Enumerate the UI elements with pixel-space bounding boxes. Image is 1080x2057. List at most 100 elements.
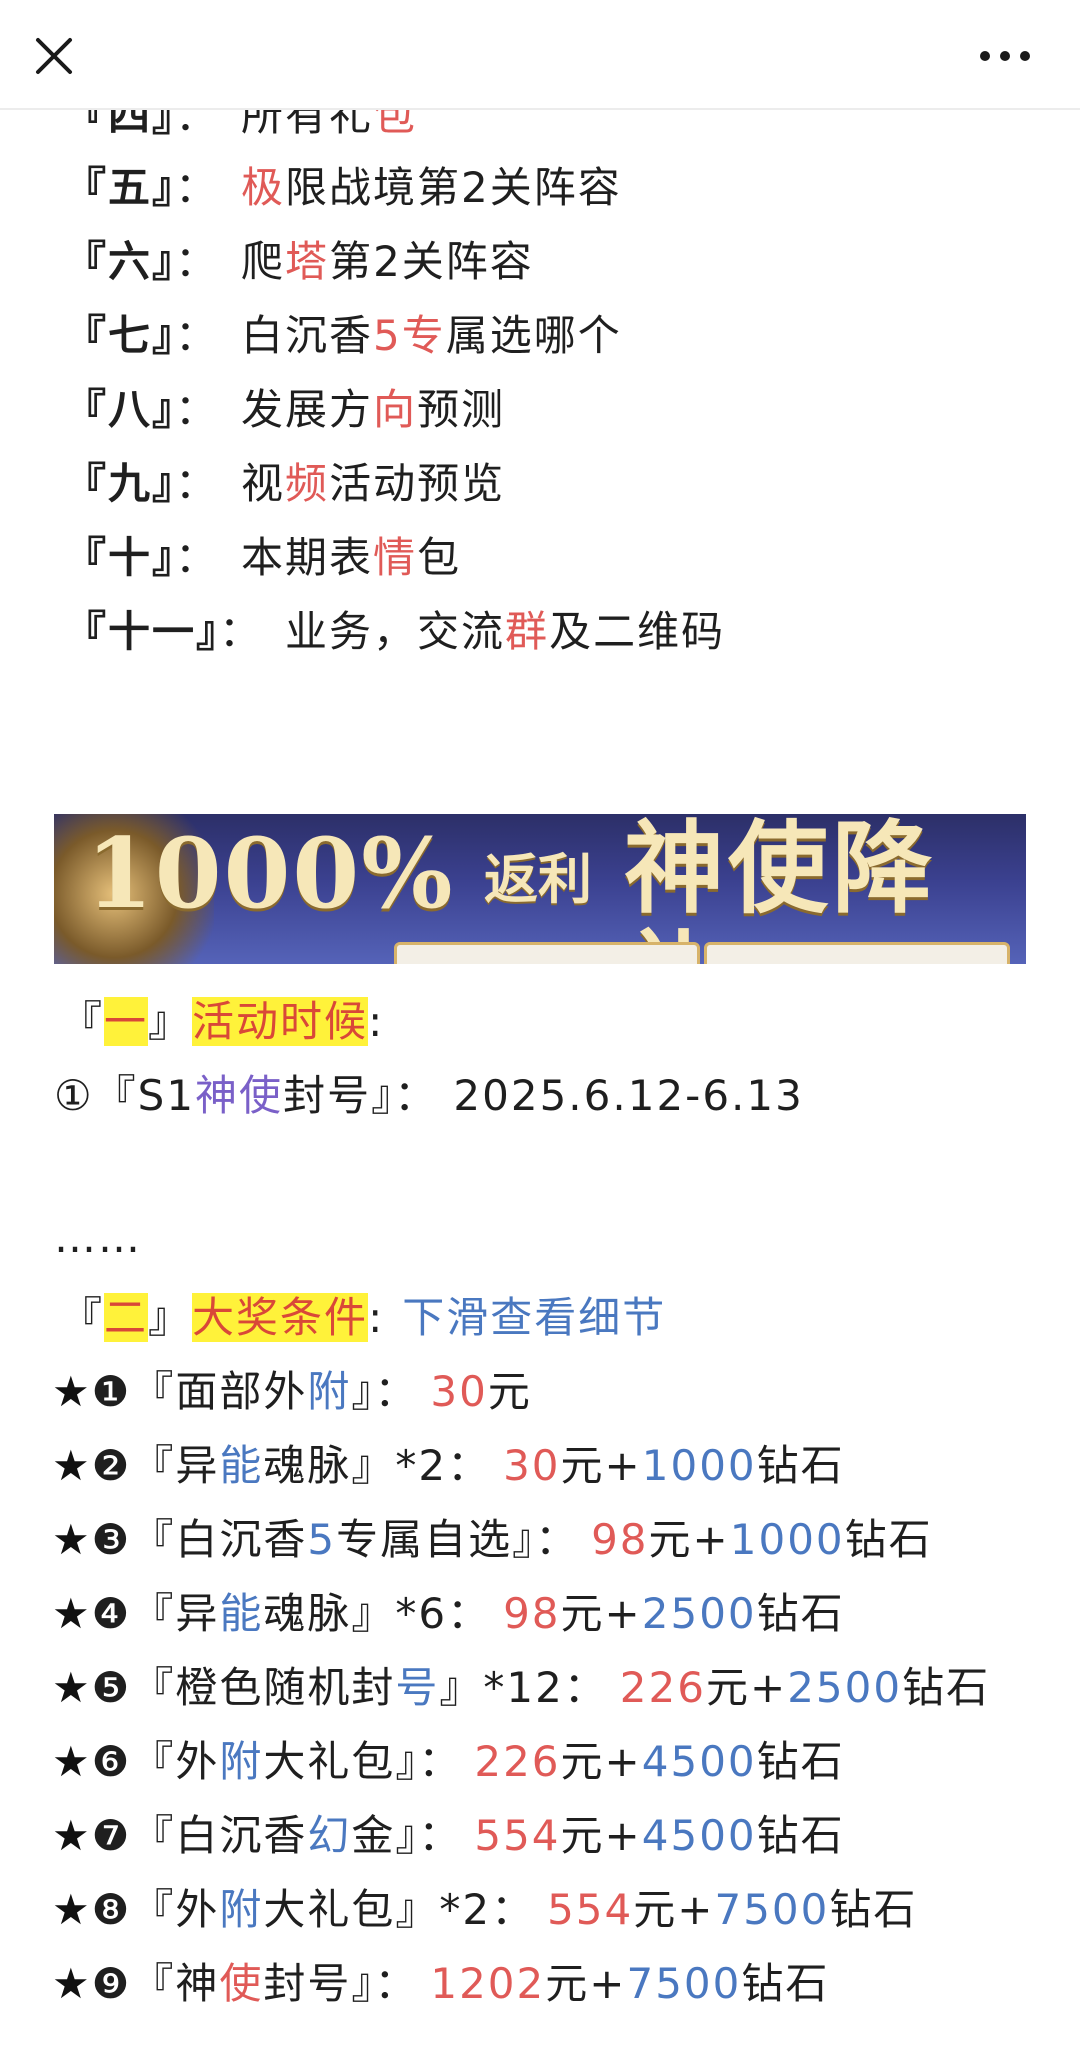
prize-name: 』：: [351, 1367, 419, 1416]
star-icon: ★: [52, 1959, 92, 2008]
prize-name: 金』：: [351, 1811, 463, 1860]
prize-name: 『橙色随机封: [131, 1663, 396, 1712]
toc-text: 预测: [417, 385, 506, 434]
plus-sign: +: [604, 1441, 642, 1490]
currency: 元: [648, 1515, 693, 1564]
prize-name: 『面部外: [131, 1367, 308, 1416]
prize-name: 『异: [131, 1589, 220, 1638]
prize-item: ★❷『异能魂脉』*2： 30元+1000钻石: [52, 1436, 845, 1496]
prize-keyword: 附: [219, 1737, 264, 1786]
toc-highlight: 5专: [373, 311, 446, 360]
event-keyword: 神使: [195, 1071, 284, 1120]
toc-number: 『十一』: [64, 607, 220, 656]
prize-keyword: 5: [307, 1515, 337, 1564]
diamond-amount: 2500: [787, 1663, 903, 1712]
diamond-amount: 4500: [641, 1811, 757, 1860]
article-content[interactable]: 『四』： 所有礼包 『五』： 极限战境第2关阵容 『六』： 爬塔第2关阵容 『七』：白…: [0, 108, 1080, 2028]
diamond-amount: 2500: [641, 1589, 757, 1638]
star-icon: ★: [52, 1663, 92, 1712]
promo-banner: 1000% 返利 神使降礼: [54, 814, 1026, 964]
toc-highlight: 情: [373, 533, 418, 582]
prize-keyword: 幻: [307, 1811, 352, 1860]
currency: 元: [487, 1367, 532, 1416]
section-number: 二: [104, 1293, 149, 1342]
prize-name: 『神: [131, 1959, 220, 2008]
prize-item: ★❶『面部外附』： 30元: [52, 1362, 532, 1422]
prize-name: 专属自选』：: [336, 1515, 580, 1564]
prize-price: 226: [474, 1737, 561, 1786]
plus-sign: +: [692, 1515, 730, 1564]
toc-colon: ：: [219, 607, 264, 656]
toc-text: 发展方: [241, 385, 374, 434]
plus-sign: +: [604, 1811, 642, 1860]
scroll-hint: 下滑查看细节: [402, 1293, 667, 1342]
plus-sign: +: [604, 1589, 642, 1638]
plus-sign: +: [677, 1885, 715, 1934]
diamond-amount: 1000: [641, 1441, 757, 1490]
prize-number: ❾: [91, 1959, 132, 2008]
prize-name: 大礼包』*2：: [263, 1885, 536, 1934]
prize-name: 『外: [131, 1885, 220, 1934]
banner-subtitle: 返利: [484, 848, 592, 911]
toc-colon: ：: [175, 108, 220, 140]
prize-item: ★❼『白沉香幻金』： 554元+4500钻石: [52, 1806, 845, 1866]
toc-text: 包: [417, 533, 462, 582]
toc-colon: ：: [175, 311, 220, 360]
prize-keyword: 附: [307, 1367, 352, 1416]
toc-number: 『九』: [64, 459, 176, 508]
bracket: 』: [148, 997, 193, 1046]
prize-item: ★❽『外附大礼包』*2： 554元+7500钻石: [52, 1880, 917, 1940]
prize-price: 30: [503, 1441, 561, 1490]
prize-keyword: 能: [219, 1441, 264, 1490]
colon: :: [368, 997, 385, 1046]
toc-item: 『四』： 所有礼包: [64, 108, 417, 146]
prize-number: ❶: [91, 1367, 132, 1416]
star-icon: ★: [52, 1737, 92, 1786]
prize-keyword: 附: [219, 1885, 264, 1934]
section-heading: 『二』大奖条件: 下滑查看细节: [60, 1288, 666, 1348]
currency: 元: [633, 1885, 678, 1934]
prize-name: 大礼包』：: [263, 1737, 463, 1786]
banner-percent: 1000%: [86, 817, 455, 930]
currency: 元: [560, 1737, 605, 1786]
close-button[interactable]: [30, 32, 78, 80]
toc-text: 第2关阵容: [329, 237, 534, 286]
diamond-amount: 7500: [714, 1885, 830, 1934]
toc-colon: ：: [175, 385, 220, 434]
toc-colon: ：: [175, 163, 220, 212]
toc-item: 『六』： 爬塔第2关阵容: [64, 232, 534, 292]
toc-colon: ：: [175, 533, 220, 582]
plus-sign: +: [749, 1663, 788, 1712]
star-icon: ★: [52, 1589, 92, 1638]
toc-highlight: 包: [373, 108, 418, 140]
prize-keyword: 能: [219, 1589, 264, 1638]
prize-item: ★❻『外附大礼包』： 226元+4500钻石: [52, 1732, 845, 1792]
diamond-amount: 4500: [641, 1737, 757, 1786]
diamond-unit: 钻石: [756, 1441, 845, 1490]
toc-item: 『八』： 发展方向预测: [64, 380, 505, 440]
prize-item: ★❾『神使封号』： 1202元+7500钻石: [52, 1954, 829, 2014]
star-icon: ★: [52, 1515, 92, 1564]
toc-highlight: 极: [241, 163, 286, 212]
section-heading: 『一』活动时候:: [60, 992, 384, 1052]
star-icon: ★: [52, 1811, 92, 1860]
toc-item: 『五』： 极限战境第2关阵容: [64, 158, 622, 218]
toc-text: 活动预览: [329, 459, 506, 508]
top-bar: [0, 0, 1080, 110]
prize-name: 魂脉』*6：: [263, 1589, 492, 1638]
prize-number: ❹: [91, 1589, 132, 1638]
colon: :: [368, 1293, 385, 1342]
currency: 元: [560, 1441, 605, 1490]
prize-name: 『异: [131, 1441, 220, 1490]
prize-number: ❷: [91, 1441, 132, 1490]
prize-item: ★❺『橙色随机封号』*12： 226元+2500钻石: [52, 1658, 990, 1718]
diamond-amount: 1000: [729, 1515, 845, 1564]
toc-number: 『六』: [64, 237, 176, 286]
more-options-button[interactable]: [970, 36, 1040, 76]
toc-highlight: 频: [285, 459, 330, 508]
toc-text: 属选哪个: [445, 311, 622, 360]
toc-item: 『十』： 本期表情包: [64, 528, 461, 588]
toc-text: 视: [241, 459, 286, 508]
star-icon: ★: [52, 1367, 92, 1416]
toc-text: 爬: [241, 237, 286, 286]
